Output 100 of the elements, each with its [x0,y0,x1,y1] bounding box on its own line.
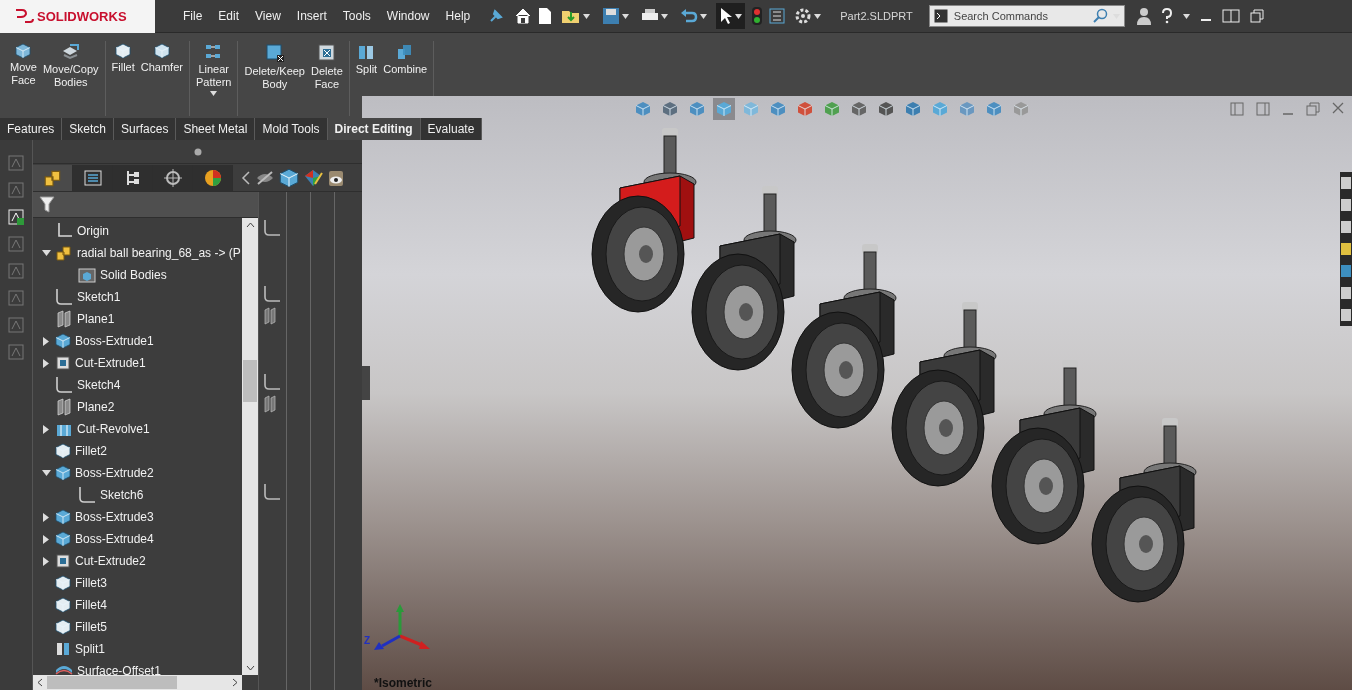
expand-arrow-icon[interactable] [43,424,49,434]
caret-icon[interactable] [622,13,630,19]
horizontal-scrollbar[interactable] [33,675,242,690]
ribbon-tab[interactable]: Mold Tools [255,118,328,140]
options-list-icon[interactable] [769,8,786,24]
ribbon-button[interactable]: Combine [380,41,431,78]
save-icon[interactable] [602,7,621,25]
ribbon-button[interactable]: Linear Pattern [192,41,235,98]
scroll-right-icon[interactable] [232,678,238,687]
sketch-display-icon[interactable] [263,483,281,501]
menu-item[interactable]: Edit [210,9,248,23]
menu-item[interactable]: Tools [334,9,379,23]
menu-item[interactable]: Window [378,9,438,23]
ribbon-tab[interactable]: Sheet Metal [176,118,256,140]
filter-icon[interactable] [39,195,55,214]
ribbon-button[interactable]: Fillet [108,41,138,76]
settings-icon[interactable] [794,7,813,25]
tree-item[interactable]: Cut-Revolve1 [77,422,150,436]
tree-item[interactable]: Solid Bodies [100,268,167,282]
tree-item[interactable]: Sketch4 [77,378,121,392]
tree-item[interactable]: Sketch1 [77,290,121,304]
sketch-display-icon[interactable] [263,219,281,237]
tree-item[interactable]: Cut-Extrude2 [75,554,146,568]
open-folder-icon[interactable] [561,8,582,24]
expand-arrow-icon[interactable] [43,534,49,544]
scroll-thumb[interactable] [243,360,257,402]
scroll-down-icon[interactable] [245,665,255,671]
menu-item[interactable]: File [175,9,211,23]
tree-item[interactable]: Fillet4 [75,598,107,612]
tree-item[interactable]: Boss-Extrude4 [75,532,154,546]
menu-item[interactable]: Insert [288,9,335,23]
ribbon-button[interactable]: Delete/Keep Body [241,41,308,93]
tile-right-icon[interactable] [1256,102,1270,116]
splitter-handle-icon[interactable] [193,147,202,156]
tree-item[interactable]: Surface-Offset1 [77,664,161,675]
display-cube-icon[interactable] [279,167,299,188]
menu-item[interactable]: Help [437,9,479,23]
tile-windows-icon[interactable] [1221,9,1240,23]
caret-icon[interactable] [583,13,591,19]
undo-icon[interactable] [680,8,699,24]
collapse-arrow-icon[interactable] [41,470,51,476]
tree-item[interactable]: Origin [77,224,109,238]
tree-item[interactable]: Plane1 [77,312,115,326]
manager-tab[interactable] [193,164,233,191]
panel-collapse-handle[interactable] [362,366,370,400]
ribbon-button[interactable]: Move/Copy Bodies [39,41,102,91]
search-field[interactable]: Search Commands [951,9,1089,23]
delete-body-icon[interactable] [264,43,285,63]
user-icon[interactable] [1136,7,1151,25]
search-icon[interactable] [1092,8,1109,24]
search-bar[interactable]: Search Commands [928,5,1125,27]
pin-icon[interactable] [488,8,505,24]
sketch-display-icon[interactable] [263,373,281,391]
restore-icon[interactable] [1249,9,1264,23]
tile-left-icon[interactable] [1230,102,1244,116]
move-face-icon[interactable] [15,43,32,59]
ribbon-tab[interactable]: Features [0,118,63,140]
note-icon[interactable] [7,208,25,226]
tree-item[interactable]: Cut-Extrude1 [75,356,146,370]
scroll-up-icon[interactable] [245,222,255,228]
chamfer-icon[interactable] [153,43,170,59]
fillet-icon[interactable] [115,43,132,59]
tree-item[interactable]: Fillet2 [75,444,107,458]
tree-item[interactable]: radial ball bearing_68_as -> (P [77,246,241,260]
delete-face-icon[interactable] [316,43,337,63]
caret-icon[interactable] [1182,13,1190,19]
scroll-thumb[interactable] [47,676,177,689]
vertical-scrollbar[interactable] [242,218,258,675]
menu-item[interactable]: View [247,9,289,23]
caret-icon[interactable] [814,13,822,19]
plane-display-icon[interactable] [263,395,277,413]
expand-arrow-icon[interactable] [43,358,49,368]
tree-item[interactable]: Boss-Extrude2 [75,466,154,480]
caret-icon[interactable] [210,91,218,96]
tree-item[interactable]: Fillet5 [75,620,107,634]
expand-arrow-icon[interactable] [43,336,49,346]
ribbon-tab[interactable]: Evaluate [420,118,483,140]
manager-tab[interactable] [33,164,73,191]
close-icon[interactable] [1332,102,1344,114]
split-icon[interactable] [357,43,376,61]
plane-display-icon[interactable] [263,307,277,325]
ribbon-tab[interactable]: Surfaces [114,118,177,140]
help-icon[interactable] [1160,8,1173,24]
hide-show-icon[interactable] [255,168,275,187]
tree-item[interactable]: Boss-Extrude1 [75,334,154,348]
new-document-icon[interactable] [538,7,553,25]
collapse-left-icon[interactable] [241,170,251,185]
select-pointer-icon[interactable] [719,7,734,25]
tree-item[interactable]: Plane2 [77,400,115,414]
caret-icon[interactable] [735,13,743,19]
scroll-left-icon[interactable] [37,678,43,687]
collapse-arrow-icon[interactable] [41,250,51,256]
ribbon-button[interactable]: Delete Face [308,41,346,93]
expand-arrow-icon[interactable] [43,556,49,566]
tree-item[interactable]: Sketch6 [100,488,144,502]
tree-item[interactable]: Fillet3 [75,576,107,590]
caret-icon[interactable] [661,13,669,19]
ribbon-button[interactable]: Chamfer [137,41,186,76]
sketch-display-icon[interactable] [263,285,281,303]
ribbon-button[interactable]: Split [352,41,381,78]
